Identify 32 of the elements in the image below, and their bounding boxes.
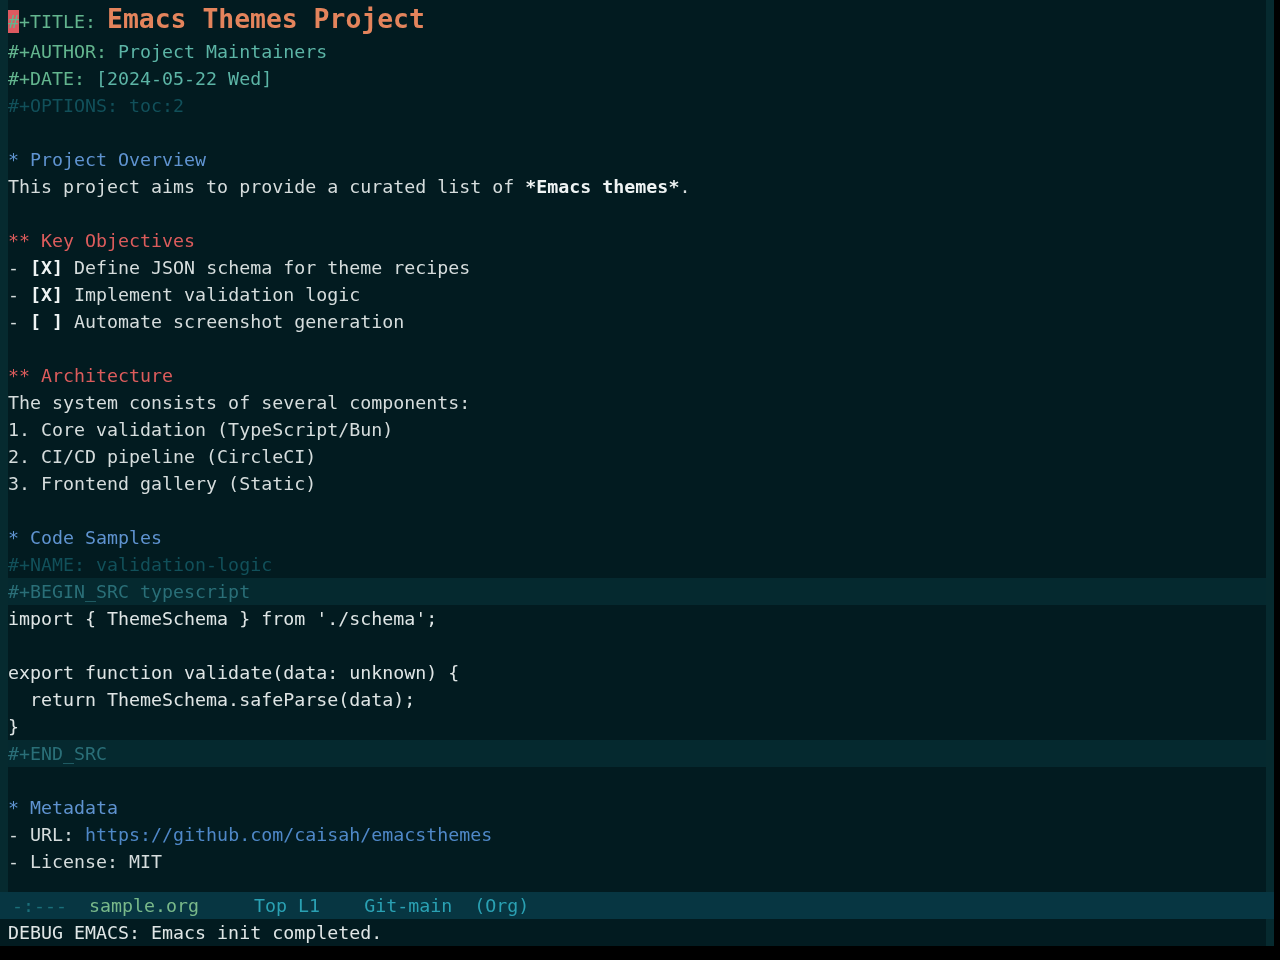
text-line: - [X] Implement validation logic xyxy=(8,283,362,307)
heading: * Code Samples xyxy=(8,526,164,550)
keyword-value: Project Maintainers xyxy=(118,41,328,62)
text-line: - License: MIT xyxy=(8,850,164,874)
src-block-name: #+NAME: validation-logic xyxy=(8,553,274,577)
text-line: 3. Frontend gallery (Static) xyxy=(8,472,318,496)
text-line: 2. CI/CD pipeline (CircleCI) xyxy=(8,445,318,469)
heading: * Metadata xyxy=(8,796,120,820)
major-mode: (Org) xyxy=(474,894,530,918)
heading: ** Key Objectives xyxy=(8,229,197,253)
text-line: - [X] Define JSON schema for theme recipes xyxy=(8,256,472,280)
cursor-position: Top L1 xyxy=(254,894,321,918)
heading: * Project Overview xyxy=(8,148,208,172)
buffer-name: sample.org xyxy=(89,894,200,918)
keyword-value: [2024-05-22 Wed] xyxy=(96,68,273,89)
keyword-value: toc:2 xyxy=(129,95,185,116)
window-fringe xyxy=(1266,919,1274,946)
echo-area-message: DEBUG EMACS: Emacs init completed. xyxy=(8,922,383,943)
heading: ** Architecture xyxy=(8,364,175,388)
document-title: Emacs Themes Project xyxy=(107,3,425,34)
keyword-label: #+AUTHOR: xyxy=(8,41,108,62)
link[interactable]: https://github.com/caisah/emacsthemes xyxy=(85,824,493,845)
text-line: The system consists of several components: xyxy=(8,391,472,415)
text-line: - URL: https://github.com/caisah/emacsthemes xyxy=(8,823,494,847)
buffer-status: -:--- xyxy=(12,894,68,918)
text-line: - [ ] Automate screenshot generation xyxy=(8,310,406,334)
git-branch: Git-main xyxy=(364,894,453,918)
text-line: 1. Core validation (TypeScript/Bun) xyxy=(8,418,395,442)
keyword-label: #+DATE: xyxy=(8,68,86,89)
source-code: import { ThemeSchema } from './schema'; export function validate(data: unknown) { return ThemeSchema.safeParse(data); } xyxy=(8,607,461,739)
text-line: This project aims to provide a curated list of *Emacs themes*. xyxy=(8,175,692,199)
keyword-label: #+OPTIONS: xyxy=(8,95,119,116)
